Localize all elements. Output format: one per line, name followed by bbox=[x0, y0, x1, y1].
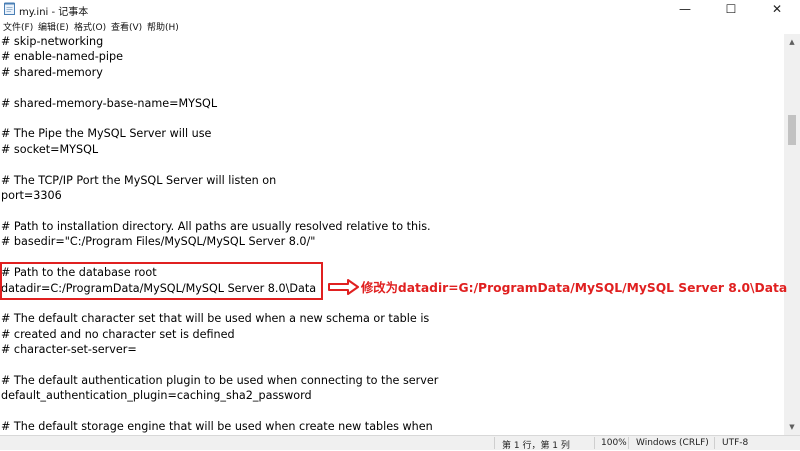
close-button[interactable]: ✕ bbox=[754, 0, 800, 18]
maximize-button[interactable]: ☐ bbox=[708, 0, 754, 18]
window-title: my.ini - 记事本 bbox=[19, 7, 89, 18]
menu-format[interactable]: 格式(O) bbox=[74, 20, 106, 33]
status-bar: 第 1 行，第 1 列 100% Windows (CRLF) UTF-8 bbox=[0, 435, 800, 451]
menu-edit[interactable]: 编辑(E) bbox=[38, 20, 69, 33]
editor-content[interactable]: # skip-networking # enable-named-pipe # … bbox=[0, 34, 784, 435]
title-bar[interactable]: my.ini - 记事本 — ☐ ✕ bbox=[0, 0, 800, 18]
vertical-scrollbar[interactable]: ▲ ▼ bbox=[784, 34, 800, 435]
zoom-level: 100% bbox=[601, 438, 627, 448]
text-editor[interactable]: # skip-networking # enable-named-pipe # … bbox=[0, 34, 784, 435]
minimize-icon: — bbox=[679, 2, 691, 16]
chevron-up-icon[interactable]: ▲ bbox=[784, 34, 800, 50]
scrollbar-thumb[interactable] bbox=[788, 115, 796, 145]
menu-file[interactable]: 文件(F) bbox=[3, 20, 33, 33]
line-ending: Windows (CRLF) bbox=[636, 438, 709, 448]
cursor-position: 第 1 行，第 1 列 bbox=[502, 441, 570, 451]
arrow-right-icon bbox=[328, 279, 359, 295]
close-icon: ✕ bbox=[771, 2, 783, 16]
menu-help[interactable]: 帮助(H) bbox=[147, 20, 179, 33]
menu-view[interactable]: 查看(V) bbox=[111, 20, 142, 33]
notepad-icon bbox=[4, 2, 15, 15]
maximize-icon: ☐ bbox=[725, 2, 737, 16]
highlight-box bbox=[0, 262, 323, 300]
encoding: UTF-8 bbox=[722, 438, 749, 448]
chevron-down-icon[interactable]: ▼ bbox=[784, 419, 800, 435]
annotation-text: 修改为datadir=G:/ProgramData/MySQL/MySQL Se… bbox=[361, 281, 788, 295]
menu-bar: 文件(F) 编辑(E) 格式(O) 查看(V) 帮助(H) bbox=[0, 18, 800, 34]
minimize-button[interactable]: — bbox=[662, 0, 708, 18]
